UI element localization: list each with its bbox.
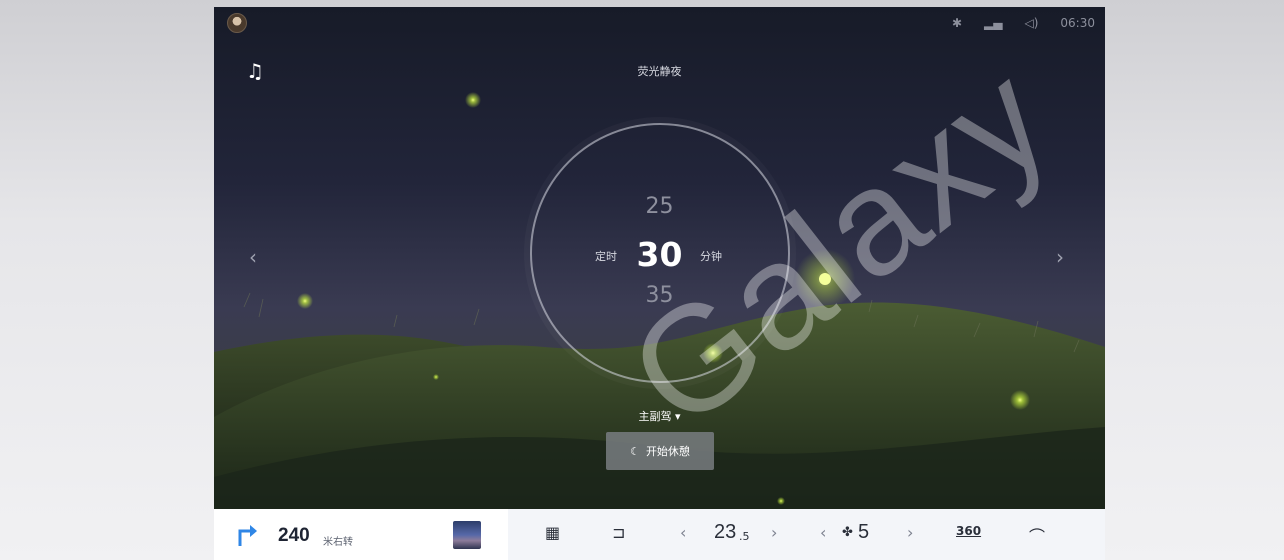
temperature-decimal: .5 [739, 530, 750, 543]
fan-increase[interactable]: › [907, 523, 913, 542]
start-rest-button[interactable]: ☾ 开始休憩 [606, 432, 714, 470]
temperature-increase[interactable]: › [771, 523, 777, 542]
bottom-dock: 240 米右转 ▦ ⊐ ‹ 23 .5 › ‹ ✤ 5 › 360 ⌒ [214, 509, 1105, 560]
distance-unit: 米右转 [323, 537, 353, 548]
chevron-down-icon: ▾ [674, 410, 681, 423]
relax-mode-screen: ✱ ▂▄ ◁) 06:30 ♫ 荧光静夜 ‹ › 25 30 35 定时 分钟 … [214, 7, 1105, 509]
volume-icon: ◁) [1024, 16, 1039, 30]
timer-option-selected[interactable]: 30 [214, 235, 1105, 274]
avatar[interactable] [227, 13, 247, 33]
wiper-icon[interactable]: ⌒ [1029, 523, 1045, 547]
temperature-value: 23 [714, 521, 737, 543]
distance-value: 240 [278, 525, 310, 546]
status-bar: ✱ ▂▄ ◁) 06:30 [214, 7, 1105, 39]
start-rest-label: 开始休憩 [645, 445, 690, 458]
fan-icon: ✤ [842, 525, 853, 540]
navigation-card[interactable]: 240 米右转 [214, 509, 508, 560]
seat-selector[interactable]: 主副驾 ▾ [214, 408, 1105, 424]
apps-grid-icon[interactable]: ▦ [545, 523, 560, 542]
scene-thumbnail[interactable] [453, 521, 481, 549]
timer-prefix-label: 定时 [595, 250, 617, 263]
seat-selector-label: 主副驾 [638, 410, 672, 423]
signal-icon: ▂▄ [984, 16, 1003, 30]
clock: 06:30 [1060, 16, 1095, 30]
camera-360-button[interactable]: 360 [956, 524, 981, 538]
timer-option-next[interactable]: 35 [214, 283, 1105, 308]
timer-unit-label: 分钟 [700, 250, 722, 263]
moon-icon: ☾ [630, 444, 640, 458]
seat-icon[interactable]: ⊐ [612, 523, 625, 542]
turn-right-arrow-icon [238, 525, 257, 546]
bluetooth-icon: ✱ [951, 16, 963, 30]
fan-level: 5 [858, 521, 870, 543]
timer-option-previous[interactable]: 25 [214, 194, 1105, 219]
temperature-decrease[interactable]: ‹ [680, 523, 686, 542]
fan-decrease[interactable]: ‹ [820, 523, 826, 542]
scene-title: 荧光静夜 [637, 65, 682, 78]
